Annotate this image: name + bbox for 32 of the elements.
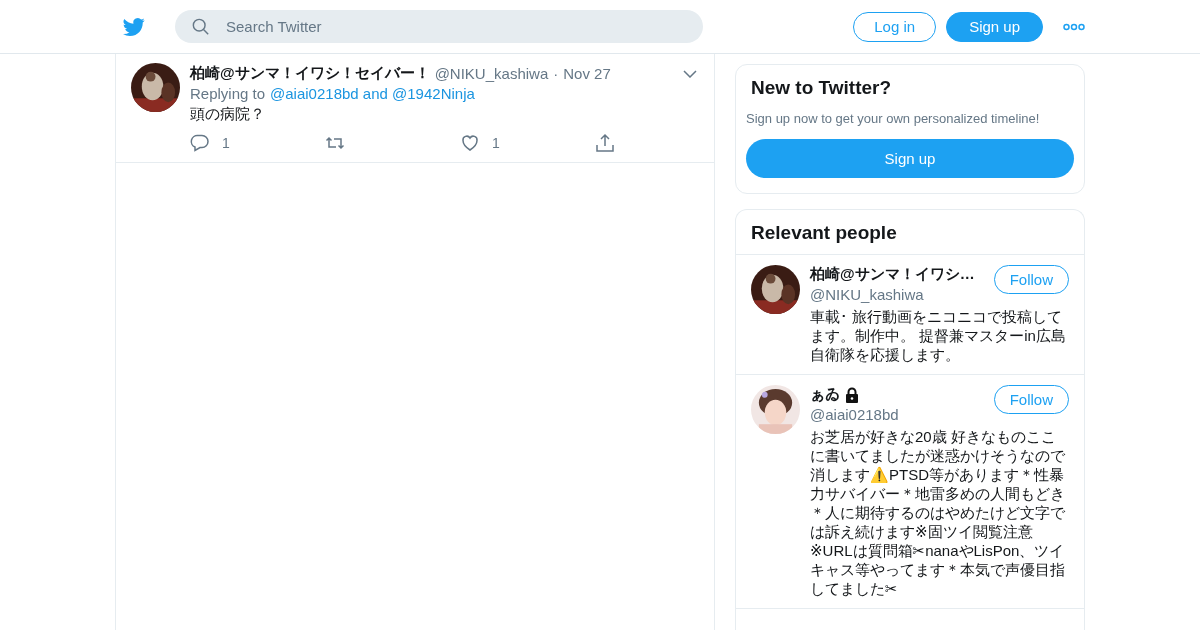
search-field[interactable]: Search Twitter [175,10,703,43]
like-count: 1 [492,135,500,151]
heart-icon[interactable] [460,133,480,153]
user-name[interactable]: ぁゐ [810,385,840,404]
user-name[interactable]: 柏崎@サンマ！イワシ！セイバー！ [190,64,430,83]
user-handle[interactable]: @aiai0218bd [810,406,899,423]
share-icon[interactable] [595,133,615,153]
chevron-down-icon[interactable] [683,69,697,78]
signup-button[interactable]: Sign up [946,11,1043,42]
bird-logo-icon[interactable] [121,15,147,38]
user-handle: @NIKU_kashiwa [434,65,549,82]
separator-dot: · [553,65,559,82]
more-icon[interactable] [1063,22,1085,31]
login-button[interactable]: Log in [853,11,937,42]
speech-bubble-icon[interactable] [190,133,210,153]
lock-icon[interactable] [844,386,860,403]
reply-count: 1 [222,135,230,151]
follow-button[interactable]: Follow [993,385,1069,414]
user-name[interactable]: 柏崎@サンマ！イワシ… [810,265,975,284]
tweet-date[interactable]: Nov 27 [563,65,611,82]
card-title: New to Twitter? [750,77,893,99]
search-icon [192,18,210,36]
card-title: Relevant people [736,210,1084,255]
user-bio: お芝居が好きな20歳 好きなものここに書いてましたが迷惑かけそうなので消します⚠PTSD等があります＊性暴力サバイバー＊地雷多めの人間もどき＊人に期待するのはやめたけど文字では訴え続けます※固ツイ閲覧注意※URLは質問箱✂nanaやLisPon、ツイキャス等やってます＊本気で声優目指してました✂ [810,427,1066,598]
tweet-text: 頭の病院？ [190,105,266,124]
signup-button[interactable]: Sign up [746,139,1074,178]
card-subtitle: Sign up now to get your own personalized timeline! [746,111,1041,126]
follow-button[interactable]: Follow [993,265,1069,294]
user-handle[interactable]: @NIKU_kashiwa [810,286,975,303]
replying-label: Replying to [190,85,266,102]
mention-link[interactable]: @aiai0218bd and @1942Ninja [270,85,475,102]
user-bio: 車載･ 旅行動画をニコニコで投稿してます。制作中。 提督兼マスターin広島自衛隊を応援します。 [810,307,1067,364]
